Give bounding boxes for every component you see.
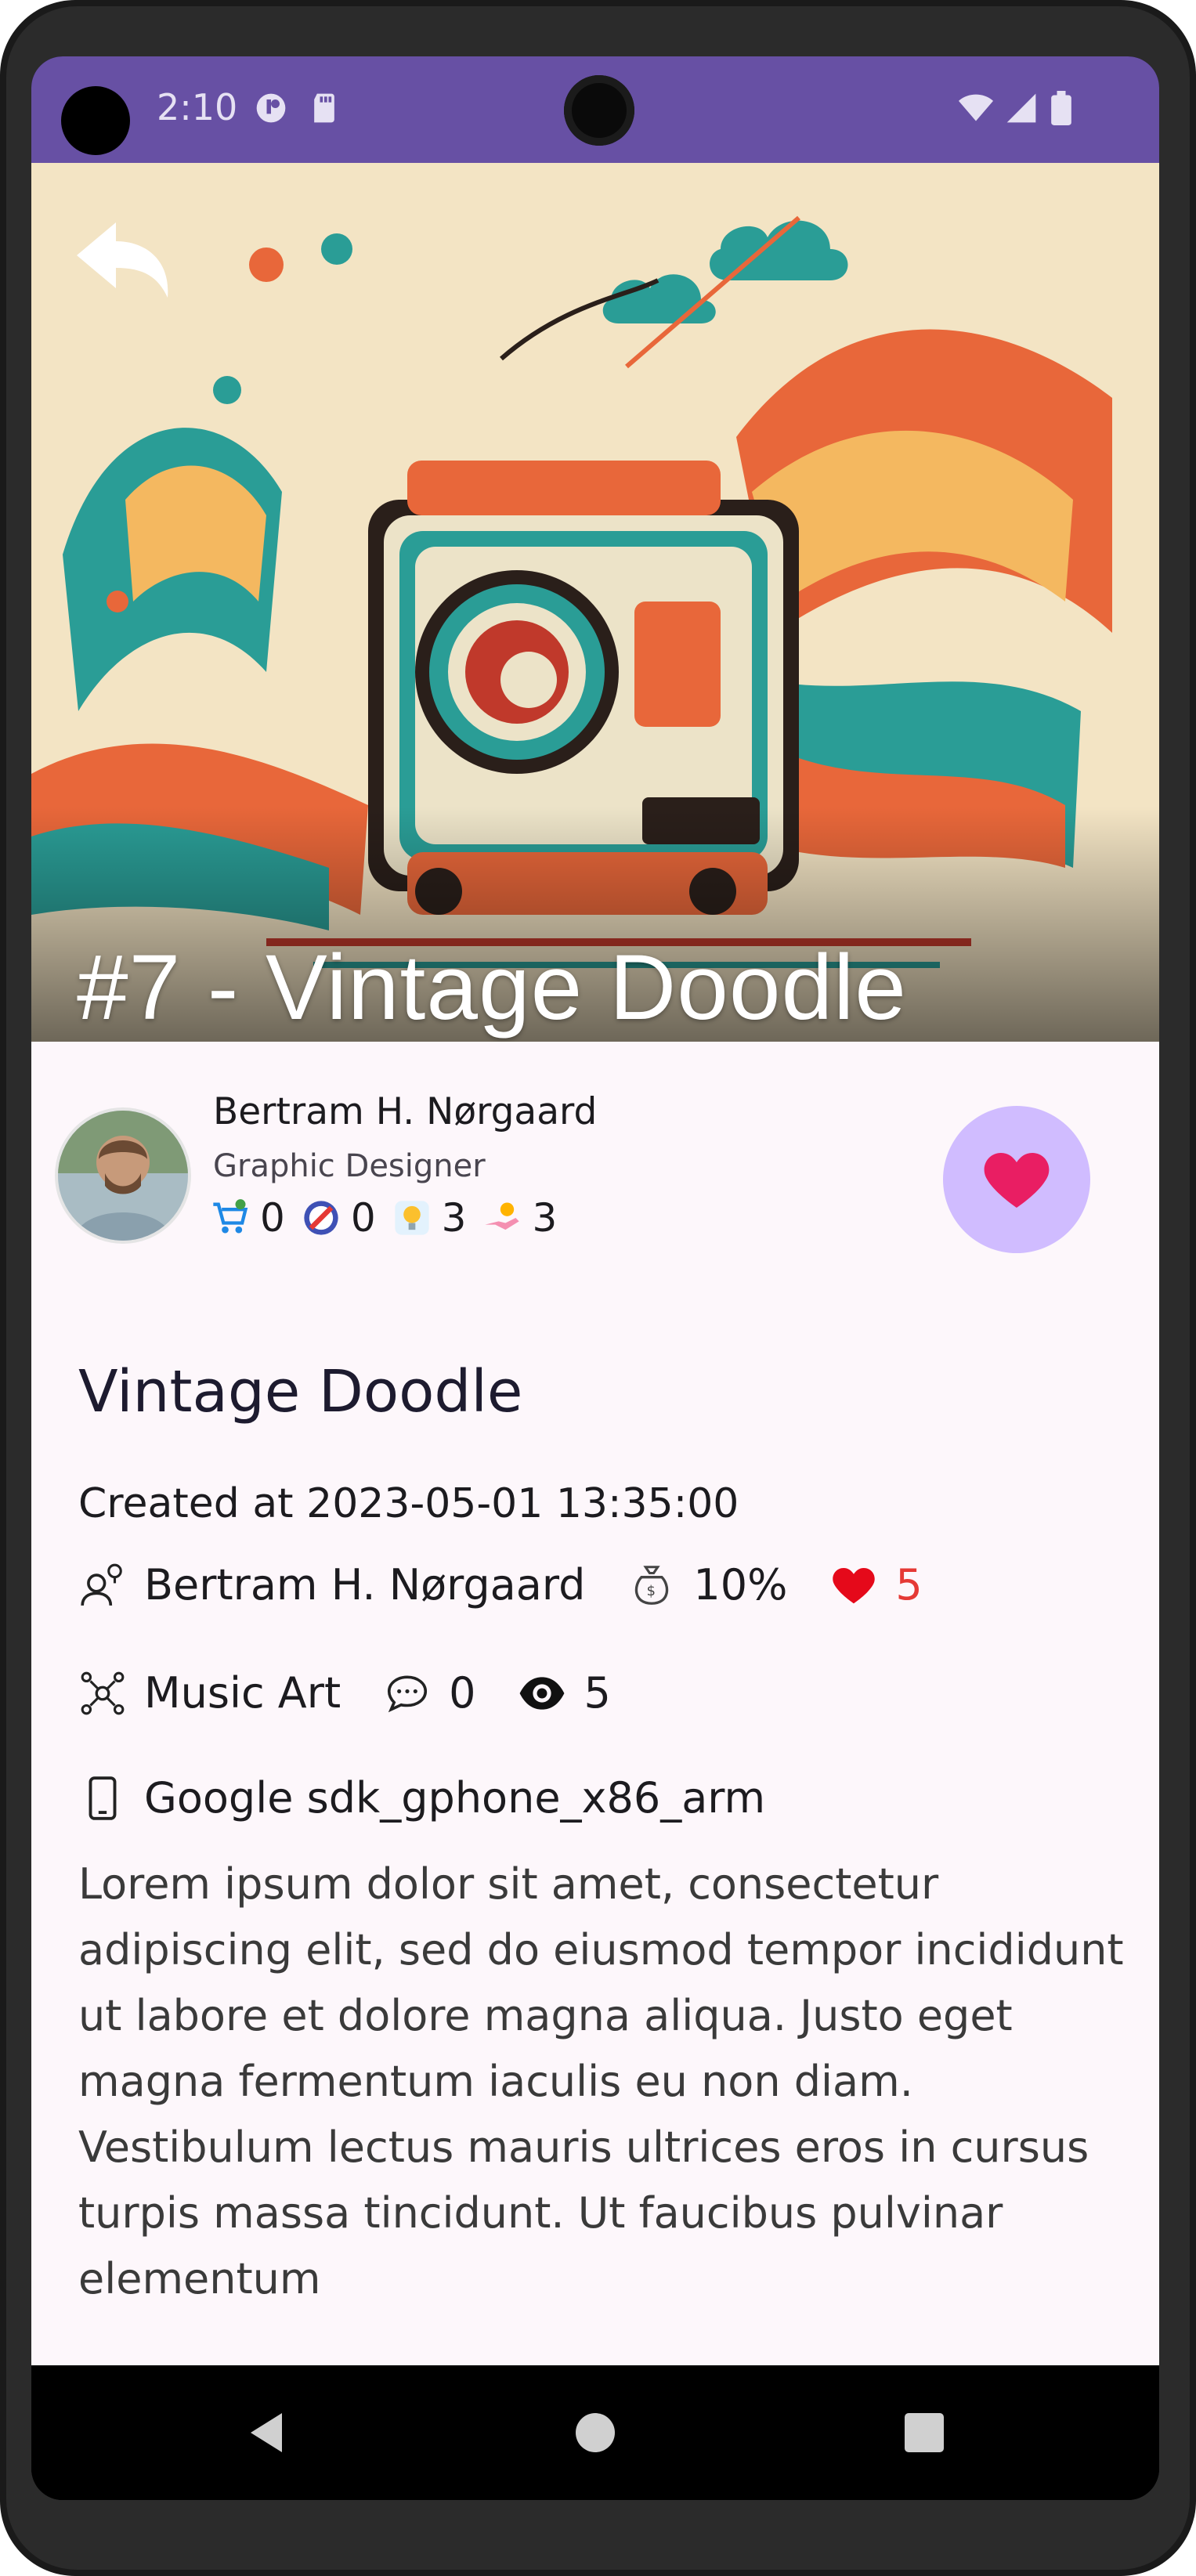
cart-icon <box>213 1199 248 1234</box>
battery-icon <box>1051 91 1071 125</box>
views-count: 5 <box>584 1668 611 1718</box>
artist-icon <box>81 1563 122 1606</box>
author-role: Graphic Designer <box>213 1148 486 1184</box>
stat-ideas: 3 <box>392 1195 467 1241</box>
favorite-button[interactable] <box>943 1106 1090 1253</box>
screen: 2:10 #7 - Vintage Doodle Bertram H. Nørg… <box>31 56 1159 2500</box>
stat-ideas-count: 3 <box>441 1195 467 1241</box>
status-time: 2:10 <box>157 86 238 128</box>
sd-card-icon <box>314 93 334 123</box>
artwork-details: Bertram H. Nørgaard Graphic Designer 0 0… <box>31 1042 1159 2365</box>
artwork-description: Lorem ipsum dolor sit amet, consectetur … <box>78 1859 1124 2303</box>
avatar-photo <box>58 1111 188 1241</box>
comments-count: 0 <box>449 1668 476 1718</box>
front-camera <box>564 75 634 146</box>
stat-blocked: 0 <box>301 1195 376 1241</box>
category-name[interactable]: Music Art <box>144 1668 341 1718</box>
heart-icon <box>984 1153 1050 1208</box>
device-name: Google sdk_gphone_x86_arm <box>144 1773 766 1823</box>
hero-title: #7 - Vintage Doodle <box>77 936 907 1039</box>
notification-icon <box>256 93 286 123</box>
svg-text:$: $ <box>647 1582 656 1599</box>
money-bag-icon: $ <box>635 1565 669 1605</box>
likes-count: 5 <box>895 1560 923 1610</box>
author-stats: 0 0 3 3 <box>210 1195 573 1241</box>
lightbulb-icon <box>394 1201 429 1235</box>
wifi-icon <box>959 94 993 121</box>
info-row-device: Google sdk_gphone_x86_arm <box>78 1773 765 1823</box>
artist-name[interactable]: Bertram H. Nørgaard <box>144 1560 585 1610</box>
author-name[interactable]: Bertram H. Nørgaard <box>213 1090 597 1133</box>
stat-contributions: 3 <box>482 1195 557 1241</box>
info-row-artist: Bertram H. Nørgaard $ 10% 5 <box>78 1560 923 1610</box>
back-nav-icon[interactable] <box>243 2409 290 2456</box>
info-row-category: Music Art 0 5 <box>78 1668 611 1718</box>
home-nav-icon[interactable] <box>572 2409 619 2456</box>
phone-frame: 2:10 #7 - Vintage Doodle Bertram H. Nørg… <box>0 0 1196 2576</box>
phone-icon <box>89 1776 117 1820</box>
artwork-title: Vintage Doodle <box>78 1358 523 1425</box>
likes-heart-icon[interactable] <box>829 1561 878 1610</box>
helping-hand-icon <box>485 1202 520 1230</box>
signal-icon <box>1006 93 1036 123</box>
no-entry-icon <box>304 1201 338 1235</box>
comments-icon[interactable] <box>383 1669 432 1718</box>
camera-cutout <box>61 86 130 155</box>
stat-sales-count: 0 <box>260 1195 285 1241</box>
status-bar: 2:10 <box>31 56 1159 163</box>
stat-blocked-count: 0 <box>350 1195 376 1241</box>
stat-contributions-count: 3 <box>532 1195 558 1241</box>
recents-nav-icon[interactable] <box>901 2409 948 2456</box>
eye-icon <box>520 1676 565 1710</box>
author-avatar[interactable] <box>55 1107 191 1244</box>
artwork-hero-image: #7 - Vintage Doodle <box>31 163 1159 1042</box>
royalty-value: 10% <box>693 1560 788 1610</box>
system-navigation-bar <box>31 2365 1159 2500</box>
network-icon <box>81 1671 125 1714</box>
stat-sales: 0 <box>210 1195 285 1241</box>
back-arrow-icon[interactable] <box>69 216 179 302</box>
created-at: Created at 2023-05-01 13:35:00 <box>78 1480 739 1527</box>
